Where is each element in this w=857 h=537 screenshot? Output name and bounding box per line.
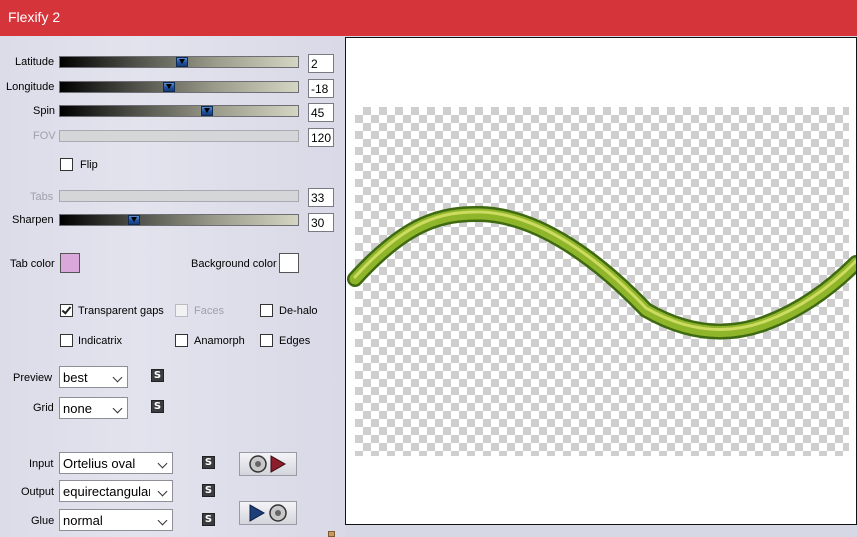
output-projection-select[interactable]: equirectangular (59, 480, 173, 502)
tabs-slider (59, 190, 299, 202)
fov-label: FOV (33, 130, 56, 142)
longitude-label: Longitude (6, 81, 55, 93)
grid-label: Grid (33, 402, 54, 414)
preview-quality-select[interactable]: best (59, 366, 128, 388)
preview-quality-value: best (63, 370, 88, 385)
tabs-value-input: 33 (308, 188, 334, 207)
arrow-to-disc-icon (249, 504, 287, 522)
chevron-down-icon (157, 458, 168, 469)
spin-slider-thumb[interactable] (201, 106, 213, 116)
longitude-slider-thumb[interactable] (163, 82, 175, 92)
sharpen-slider[interactable] (59, 214, 299, 226)
faces-checkbox (175, 304, 188, 317)
preview-canvas[interactable] (345, 37, 857, 525)
longitude-slider[interactable] (59, 81, 299, 93)
lock-icon[interactable]: S (151, 400, 164, 413)
sharpen-value-input[interactable]: 30 (308, 213, 334, 232)
chevron-down-icon (112, 372, 123, 383)
lock-icon[interactable]: S (151, 369, 164, 382)
output-label: Output (21, 486, 55, 498)
spin-value-input[interactable]: 45 (308, 103, 334, 122)
glue-value: normal (63, 513, 103, 528)
flip-label: Flip (80, 159, 98, 171)
glue-label: Glue (31, 515, 55, 527)
fov-slider (59, 130, 299, 142)
edges-label: Edges (279, 335, 311, 347)
fov-value-input: 120 (308, 128, 334, 147)
output-projection-value: equirectangular (63, 484, 150, 499)
de-halo-label: De-halo (279, 305, 318, 317)
indicatrix-checkbox[interactable] (60, 334, 73, 347)
sharpen-label: Sharpen (12, 214, 54, 226)
flip-checkbox[interactable] (60, 158, 73, 171)
input-label: Input (29, 458, 54, 470)
input-projection-select[interactable]: Ortelius oval (59, 452, 173, 474)
grid-value: none (63, 401, 92, 416)
glue-preview-button[interactable] (239, 501, 297, 525)
anamorph-checkbox[interactable] (175, 334, 188, 347)
title-bar: Flexify 2 (0, 0, 857, 36)
chevron-down-icon (157, 486, 168, 497)
input-projection-value: Ortelius oval (63, 456, 136, 471)
tab-color-swatch[interactable] (60, 253, 80, 273)
background-color-label: Background color (191, 258, 277, 270)
preview-label: Preview (13, 372, 53, 384)
lock-icon[interactable]: S (202, 513, 215, 526)
indicatrix-label: Indicatrix (78, 335, 123, 347)
latitude-slider-thumb[interactable] (176, 57, 188, 67)
latitude-label: Latitude (15, 56, 55, 68)
sharpen-slider-thumb[interactable] (128, 215, 140, 225)
scroll-indicator (328, 531, 335, 537)
disc-to-arrow-icon (249, 455, 287, 473)
wave-stroke-image (347, 205, 856, 340)
grid-select[interactable]: none (59, 397, 128, 419)
faces-label: Faces (194, 305, 224, 317)
anamorph-label: Anamorph (194, 335, 245, 347)
background-color-swatch[interactable] (279, 253, 299, 273)
lock-icon[interactable]: S (202, 484, 215, 497)
longitude-value-input[interactable]: -18 (308, 79, 334, 98)
chevron-down-icon (157, 515, 168, 526)
edges-checkbox[interactable] (260, 334, 273, 347)
tab-color-label: Tab color (10, 258, 55, 270)
de-halo-checkbox[interactable] (260, 304, 273, 317)
chevron-down-icon (112, 403, 123, 414)
glue-select[interactable]: normal (59, 509, 173, 531)
latitude-slider[interactable] (59, 56, 299, 68)
transparent-gaps-label: Transparent gaps (78, 305, 164, 317)
latitude-value-input[interactable]: 2 (308, 54, 334, 73)
transparent-gaps-checkbox[interactable] (60, 304, 73, 317)
lock-icon[interactable]: S (202, 456, 215, 469)
input-preview-button[interactable] (239, 452, 297, 476)
tabs-label: Tabs (30, 191, 54, 203)
checkmark-icon (61, 304, 72, 315)
spin-label: Spin (33, 105, 56, 117)
window-title: Flexify 2 (8, 9, 61, 25)
spin-slider[interactable] (59, 105, 299, 117)
